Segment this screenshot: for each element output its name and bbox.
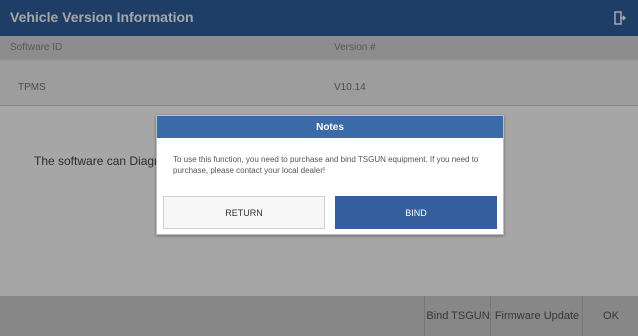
return-button[interactable]: RETURN: [163, 196, 325, 229]
notes-dialog: Notes To use this function, you need to …: [156, 115, 504, 235]
dialog-title: Notes: [316, 121, 344, 133]
dialog-message: To use this function, you need to purcha…: [173, 155, 479, 175]
dialog-header: Notes: [157, 116, 503, 138]
bind-button[interactable]: BIND: [335, 196, 497, 229]
